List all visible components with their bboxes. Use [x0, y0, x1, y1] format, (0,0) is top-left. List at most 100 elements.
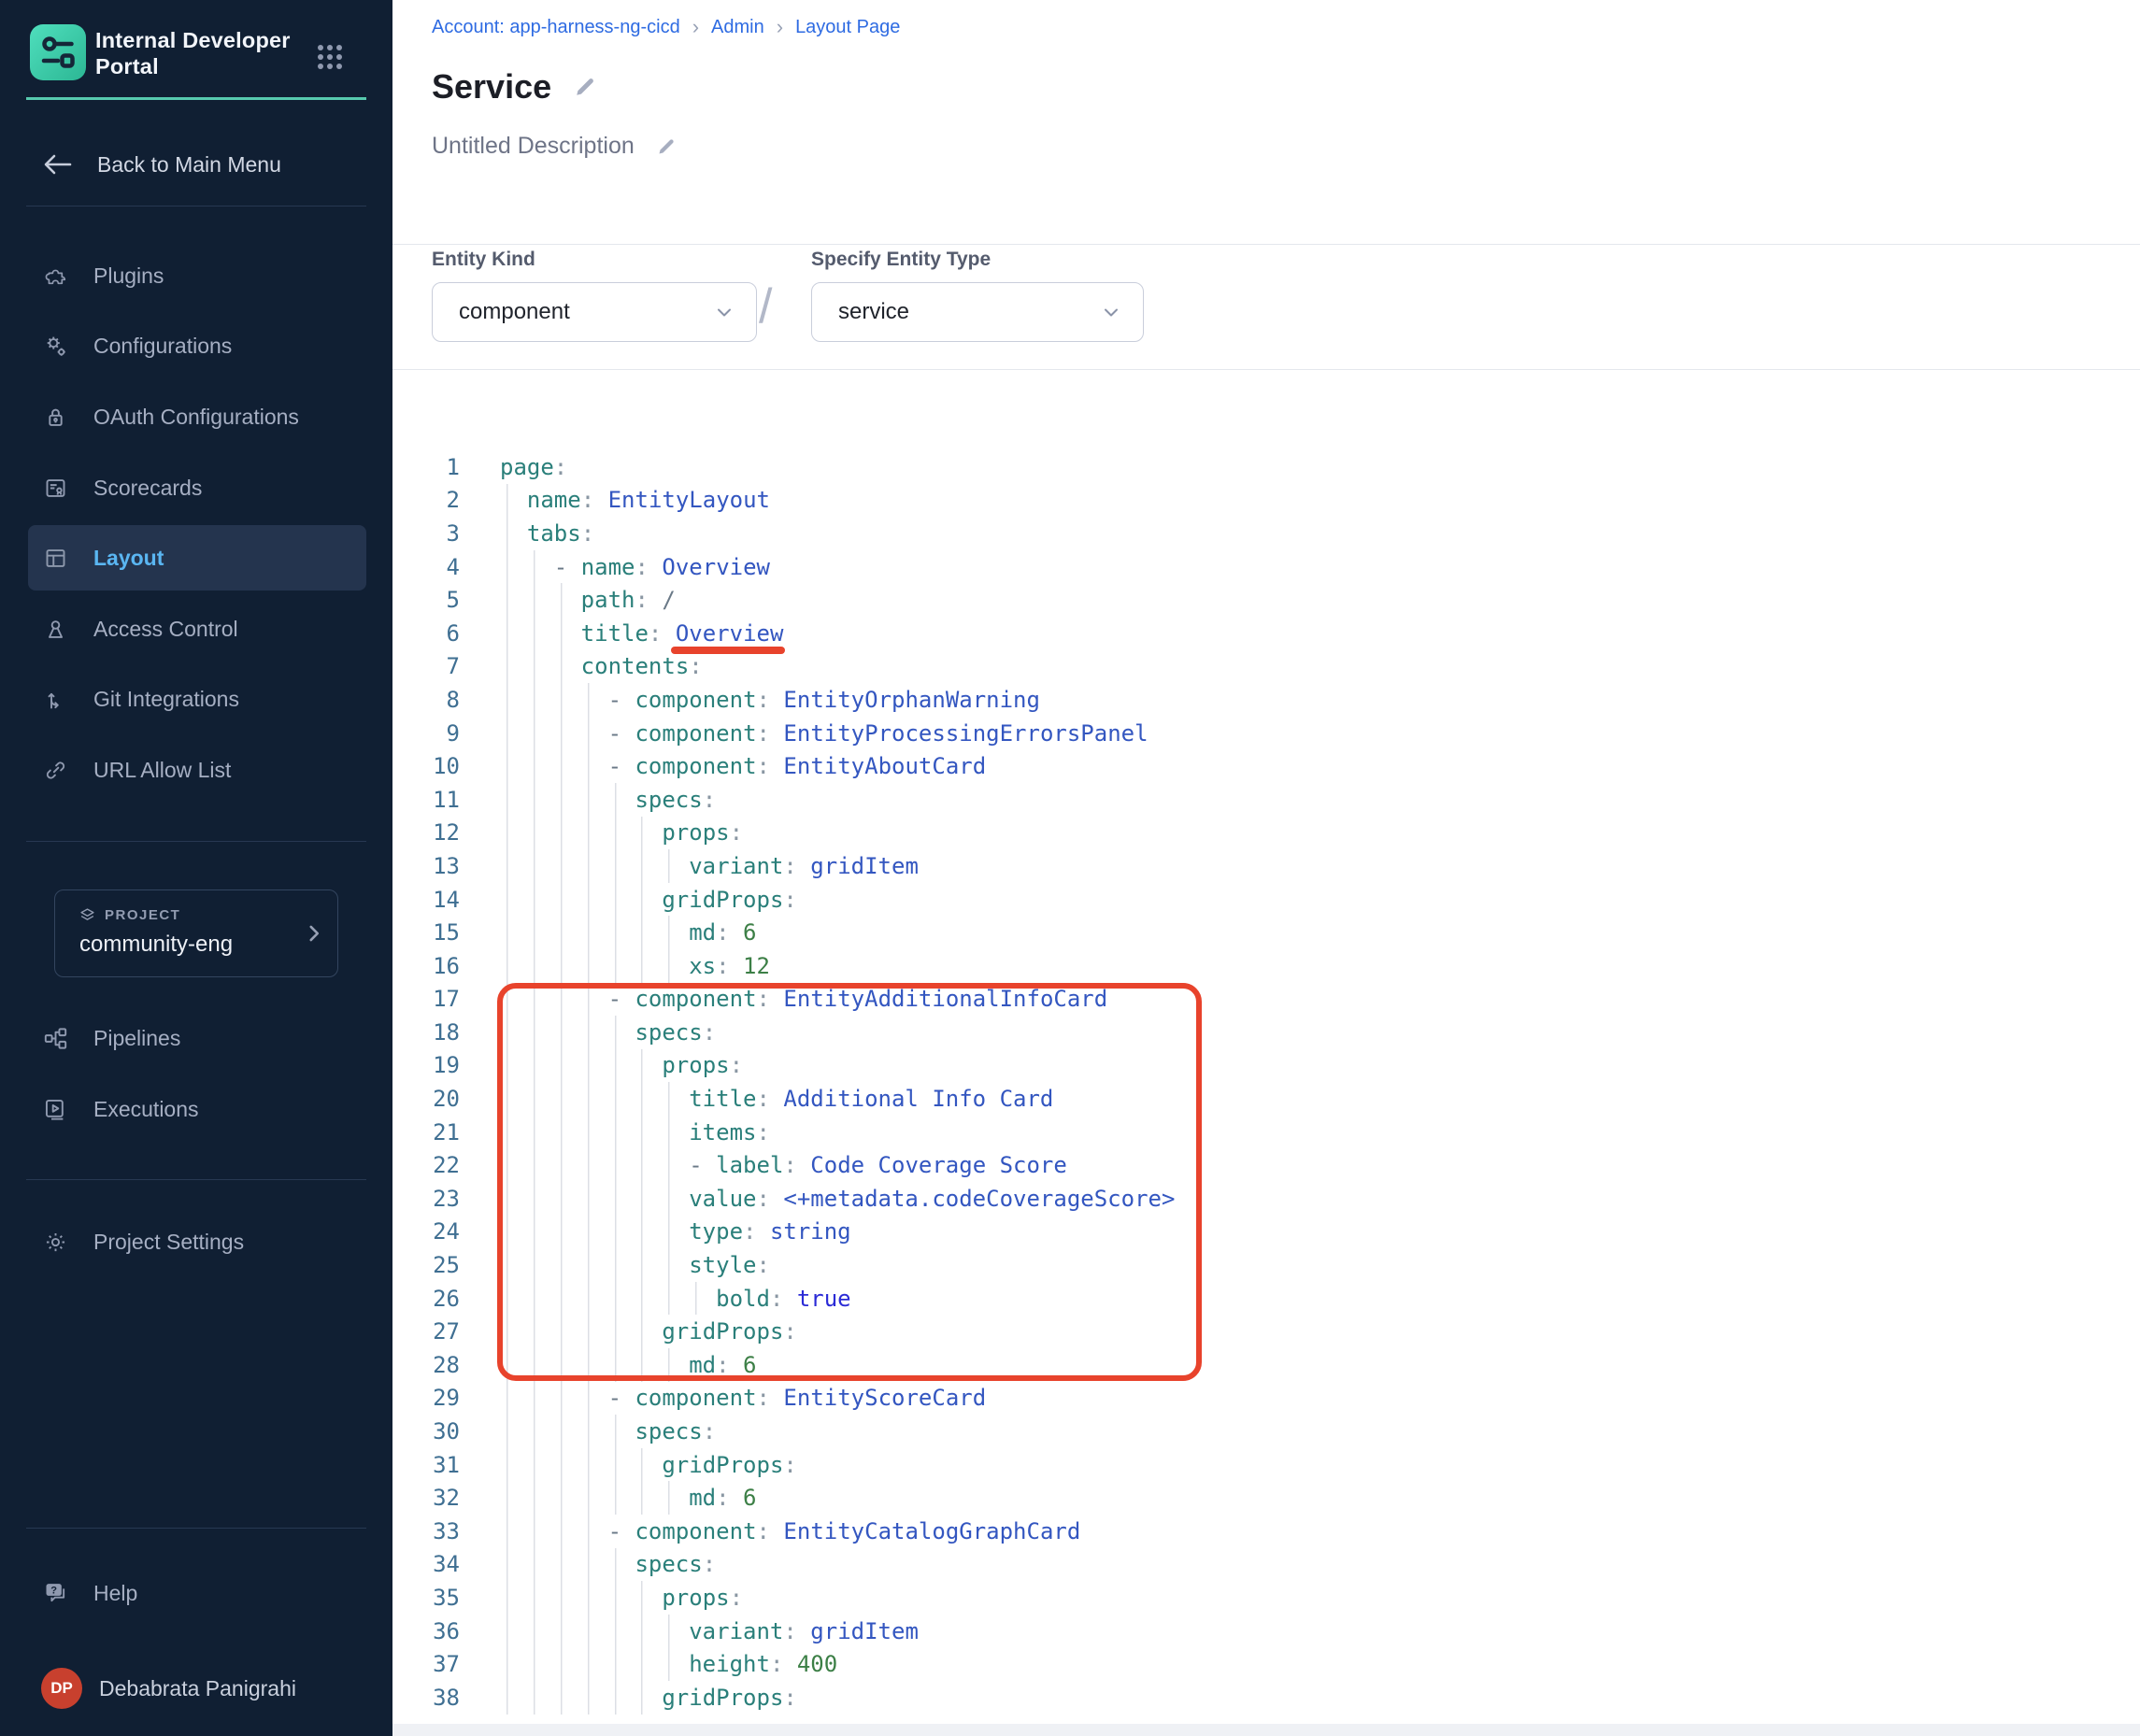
code-line[interactable]: 3tabs:: [392, 517, 2140, 550]
idp-logo: [30, 24, 86, 80]
line-number: 12: [402, 819, 460, 846]
edit-description-pencil-icon[interactable]: [655, 135, 678, 158]
sidebar-item-label: Layout: [93, 546, 164, 571]
line-number: 11: [402, 787, 460, 813]
sidebar-item-plugins[interactable]: Plugins: [0, 243, 392, 308]
code-line[interactable]: 29- component: EntityScoreCard: [392, 1382, 2140, 1416]
project-selector[interactable]: PROJECT community-eng: [54, 889, 338, 977]
sidebar-item-help[interactable]: ? Help: [0, 1560, 392, 1626]
line-number: 7: [402, 653, 460, 679]
sidebar-item-project-settings[interactable]: Project Settings: [0, 1209, 392, 1274]
entity-type-select[interactable]: service: [811, 282, 1144, 342]
line-number: 9: [402, 720, 460, 747]
code-line[interactable]: 34specs:: [392, 1548, 2140, 1582]
teal-divider: [26, 97, 366, 100]
code-line[interactable]: 9- component: EntityProcessingErrorsPane…: [392, 717, 2140, 750]
sidebar-item-access-control[interactable]: Access Control: [0, 596, 392, 662]
entity-type-value: service: [838, 299, 909, 325]
line-number: 13: [402, 853, 460, 879]
line-number: 4: [402, 554, 460, 580]
line-number: 2: [402, 487, 460, 513]
chevron-separator-icon: ›: [692, 15, 699, 39]
edit-title-pencil-icon[interactable]: [572, 74, 598, 100]
layout-icon: [43, 545, 69, 571]
sidebar-item-configurations[interactable]: Configurations: [0, 313, 392, 378]
svg-text:?: ?: [50, 1585, 57, 1596]
code-line[interactable]: 30specs:: [392, 1415, 2140, 1448]
sidebar-item-oauth-configurations[interactable]: OAuth Configurations: [0, 384, 392, 449]
sidebar-item-label: Git Integrations: [93, 687, 239, 712]
sidebar-item-label: Configurations: [93, 334, 232, 359]
line-number: 29: [402, 1385, 460, 1411]
code-line[interactable]: 36variant: gridItem: [392, 1615, 2140, 1648]
gear-icon: [43, 1229, 69, 1255]
entity-type-label: Specify Entity Type: [811, 249, 991, 271]
code-line[interactable]: 2name: EntityLayout: [392, 484, 2140, 518]
user-menu[interactable]: DP Debabrata Panigrahi: [0, 1656, 392, 1721]
line-number: 5: [402, 587, 460, 613]
chevron-down-icon: [1100, 301, 1122, 323]
line-number: 28: [402, 1352, 460, 1378]
user-name: Debabrata Panigrahi: [99, 1676, 296, 1701]
entity-kind-select[interactable]: component: [432, 282, 757, 342]
code-line[interactable]: 16xs: 12: [392, 949, 2140, 983]
project-label: PROJECT: [105, 907, 180, 923]
code-line[interactable]: 4- name: Overview: [392, 550, 2140, 584]
breadcrumb-layout-page-link[interactable]: Layout Page: [795, 17, 900, 38]
layers-icon: [79, 907, 95, 923]
code-line[interactable]: 33- component: EntityCatalogGraphCard: [392, 1515, 2140, 1548]
code-line[interactable]: 5path: /: [392, 583, 2140, 617]
puzzle-icon: [43, 263, 69, 289]
person-icon: [43, 616, 69, 642]
line-number: 31: [402, 1452, 460, 1478]
code-line[interactable]: 31gridProps:: [392, 1448, 2140, 1482]
code-line[interactable]: 11specs:: [392, 783, 2140, 817]
git-branch-icon: [43, 686, 69, 712]
breadcrumb-admin-link[interactable]: Admin: [711, 17, 764, 38]
line-number: 25: [402, 1252, 460, 1278]
code-line[interactable]: 10- component: EntityAboutCard: [392, 749, 2140, 783]
chevron-right-icon: [302, 921, 326, 946]
line-number: 3: [402, 520, 460, 547]
page-title: Service: [432, 67, 551, 107]
breadcrumb-account-link[interactable]: Account: app-harness-ng-cicd: [432, 17, 680, 38]
line-number: 14: [402, 887, 460, 913]
divider: [26, 841, 366, 842]
line-number: 15: [402, 919, 460, 946]
sidebar-item-executions[interactable]: Executions: [0, 1076, 392, 1142]
pipelines-icon: [43, 1025, 69, 1051]
sidebar-item-git-integrations[interactable]: Git Integrations: [0, 666, 392, 732]
code-line[interactable]: 38gridProps:: [392, 1681, 2140, 1715]
code-line[interactable]: 7contents:: [392, 650, 2140, 684]
sidebar-item-url-allow-list[interactable]: URL Allow List: [0, 737, 392, 803]
back-to-main-menu[interactable]: Back to Main Menu: [0, 132, 392, 197]
sidebar-item-pipelines[interactable]: Pipelines: [0, 1005, 392, 1071]
sidebar-item-scorecards[interactable]: Scorecards: [0, 455, 392, 520]
code-line[interactable]: 13variant: gridItem: [392, 849, 2140, 883]
code-line[interactable]: 12props:: [392, 817, 2140, 850]
red-underline-annotation: [671, 647, 785, 654]
code-line[interactable]: 14gridProps:: [392, 883, 2140, 917]
code-line[interactable]: 32md: 6: [392, 1481, 2140, 1515]
code-line[interactable]: 35props:: [392, 1581, 2140, 1615]
line-number: 23: [402, 1186, 460, 1212]
link-icon: [43, 757, 69, 783]
gears-icon: [43, 333, 69, 359]
back-label: Back to Main Menu: [97, 152, 281, 178]
line-number: 10: [402, 753, 460, 779]
code-line[interactable]: 37height: 400: [392, 1647, 2140, 1681]
sidebar-item-label: OAuth Configurations: [93, 405, 299, 430]
line-number: 34: [402, 1551, 460, 1577]
executions-icon: [43, 1096, 69, 1122]
sliders-logo-icon: [30, 24, 86, 80]
sidebar-item-layout[interactable]: Layout: [28, 525, 366, 591]
code-line[interactable]: 8- component: EntityOrphanWarning: [392, 683, 2140, 717]
line-number: 18: [402, 1019, 460, 1046]
code-line[interactable]: 15md: 6: [392, 916, 2140, 949]
app-title: Internal Developer Portal: [95, 27, 310, 79]
code-line[interactable]: 1page:: [392, 450, 2140, 484]
apps-grid-icon[interactable]: [316, 43, 344, 71]
help-chat-icon: ?: [43, 1580, 69, 1606]
editor-bottom-strip: [392, 1724, 2140, 1736]
code-line[interactable]: 6title: Overview: [392, 617, 2140, 650]
